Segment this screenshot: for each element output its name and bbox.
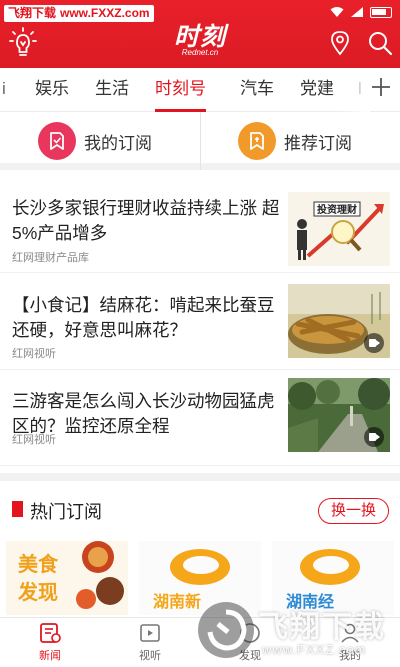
- watermark-badge: 飞翔下载 www.FXXZ.com: [4, 5, 154, 22]
- news-source: 红网理财产品库: [12, 252, 89, 264]
- bookmark-icon: [12, 501, 23, 517]
- video-camera-icon: [364, 333, 384, 353]
- news-thumbnail: [288, 284, 390, 358]
- section-gap: [0, 473, 400, 481]
- watermark-name: 飞翔下载: [258, 611, 386, 644]
- tab-partial-left[interactable]: i: [2, 68, 10, 112]
- card-text: 湖南新: [153, 592, 201, 611]
- location-pin-icon[interactable]: [329, 30, 351, 56]
- nav-label: 视听: [139, 650, 161, 662]
- news-item[interactable]: 三游客是怎么闯入长沙动物园猛虎区的？监控还原全程 红网视听: [0, 370, 400, 466]
- watermark-overlay: 飞翔下载 www.FXXZ.com: [196, 598, 396, 664]
- recommended-subscriptions-button[interactable]: 推荐订阅: [238, 119, 352, 163]
- news-source: 红网视听: [12, 434, 56, 446]
- status-icons: [330, 5, 392, 19]
- news-thumbnail: 投资理财: [288, 192, 390, 266]
- my-subscriptions-label: 我的订阅: [84, 133, 152, 153]
- status-bar: 飞翔下载 www.FXXZ.com: [0, 0, 400, 22]
- logo-text: 时刻: [173, 23, 226, 51]
- thumb-text: 投资理财: [317, 203, 357, 216]
- watermark-url: www.FXXZ.com: [60, 6, 150, 20]
- signal-icon: [351, 7, 363, 17]
- app-bar: 时刻 Rednet.cn: [0, 22, 400, 68]
- news-icon: [40, 623, 61, 643]
- tab-auto[interactable]: 汽车: [240, 68, 274, 112]
- video-icon: [140, 624, 160, 642]
- tab-entertainment[interactable]: 娱乐: [35, 68, 69, 112]
- subscription-card[interactable]: 美食 发现: [6, 541, 128, 615]
- tabs-fade: [340, 68, 370, 112]
- wifi-icon: [330, 7, 344, 17]
- logo-subtext: Rednet.cn: [181, 48, 219, 57]
- divider: [200, 112, 201, 170]
- investment-illustration: 投资理财: [288, 192, 390, 266]
- tab-shikehao[interactable]: 时刻号: [155, 68, 206, 112]
- channel-tabs: i 娱乐 生活 时刻号 汽车 党建 l: [0, 68, 400, 112]
- hot-subscriptions-header: 热门订阅 换一换: [0, 481, 400, 539]
- nav-label: 新闻: [39, 650, 61, 662]
- add-channel-icon[interactable]: [370, 76, 392, 98]
- bookmark-star-icon: [238, 122, 276, 160]
- app-header: 飞翔下载 www.FXXZ.com 时刻 Rednet.cn: [0, 0, 400, 68]
- video-camera-icon: [364, 427, 384, 447]
- food-discovery-image: 美食 发现: [6, 541, 128, 615]
- news-item[interactable]: 长沙多家银行理财收益持续上涨 超5%产品增多 红网理财产品库 投资理财: [0, 177, 400, 273]
- nav-news[interactable]: 新闻: [15, 622, 85, 666]
- news-thumbnail: [288, 378, 390, 452]
- search-icon[interactable]: [367, 30, 393, 56]
- tab-party-building[interactable]: 党建: [300, 68, 334, 112]
- watermark-brand: 飞翔下载: [8, 6, 57, 20]
- tab-life[interactable]: 生活: [95, 68, 129, 112]
- card-text: 美食: [18, 552, 59, 576]
- subscription-bar: 我的订阅 推荐订阅: [0, 112, 400, 170]
- news-title: 长沙多家银行理财收益持续上涨 超5%产品增多: [12, 198, 280, 243]
- refresh-button[interactable]: 换一换: [318, 498, 389, 524]
- app-logo: 时刻 Rednet.cn: [155, 24, 245, 57]
- bookmark-heart-icon: [38, 122, 76, 160]
- nav-video[interactable]: 视听: [115, 622, 185, 666]
- lightbulb-icon[interactable]: [8, 26, 38, 60]
- my-subscriptions-button[interactable]: 我的订阅: [38, 119, 152, 163]
- watermark-url: www.FXXZ.com: [262, 642, 367, 657]
- news-title: 【小食记】结麻花：啃起来比蚕豆还硬，好意思叫麻花？: [12, 295, 275, 340]
- recommended-subscriptions-label: 推荐订阅: [284, 133, 352, 153]
- news-item[interactable]: 【小食记】结麻花：啃起来比蚕豆还硬，好意思叫麻花？ 红网视听: [0, 274, 400, 370]
- watermark-logo-icon: [198, 602, 254, 658]
- card-text: 发现: [17, 580, 58, 604]
- battery-icon: [370, 6, 392, 18]
- news-source: 红网视听: [12, 348, 56, 360]
- hot-subscriptions-title: 热门订阅: [30, 502, 102, 522]
